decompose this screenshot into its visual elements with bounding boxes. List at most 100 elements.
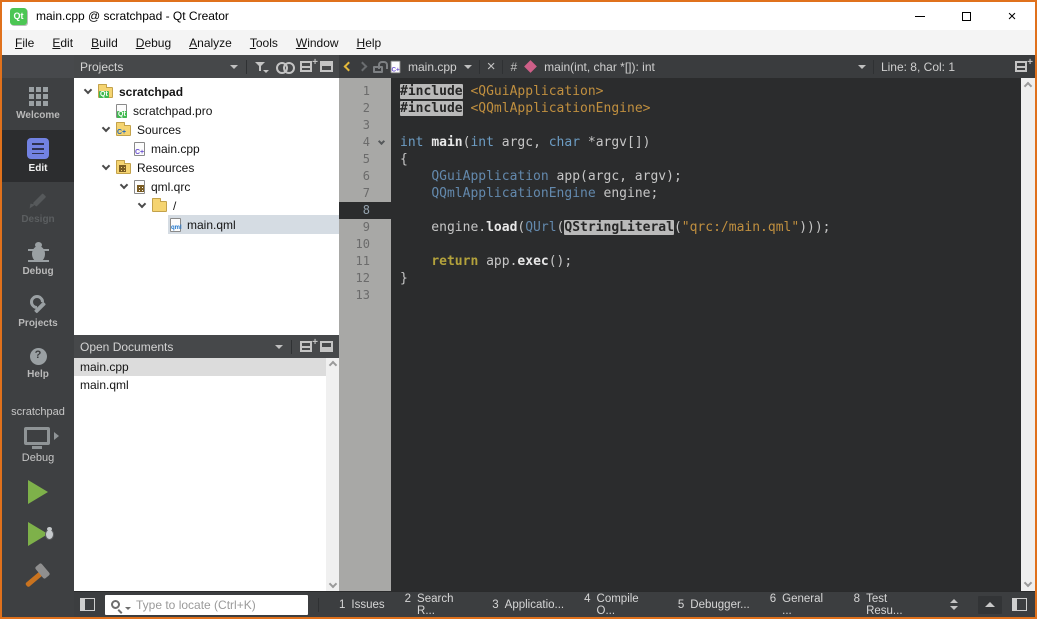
code-line[interactable]: 1#include <QGuiApplication> — [339, 83, 1021, 100]
output-pane-general[interactable]: 6General ... — [760, 593, 844, 617]
back-icon[interactable] — [344, 62, 354, 72]
run-button[interactable] — [28, 480, 48, 504]
tree-row[interactable]: qml.qrc — [74, 177, 339, 196]
output-pane-searchr[interactable]: 2Search R... — [395, 593, 483, 617]
open-file-name[interactable]: main.cpp — [408, 60, 457, 74]
line-number: 4 — [339, 134, 375, 151]
kit-selector[interactable]: scratchpad Debug — [2, 406, 74, 464]
pane-label: General ... — [782, 593, 834, 617]
close-document-icon[interactable]: × — [487, 60, 496, 74]
projects-dropdown-icon[interactable] — [230, 65, 238, 69]
mode-edit[interactable]: Edit — [2, 130, 74, 182]
mode-design[interactable]: Design — [2, 182, 74, 234]
tree-row[interactable]: Resources — [74, 158, 339, 177]
filter-icon[interactable] — [255, 60, 268, 73]
code-line[interactable]: 8 — [339, 202, 1021, 219]
expand-chevron-icon[interactable] — [98, 166, 114, 169]
menu-file[interactable]: File — [6, 32, 43, 54]
menu-bar: FileEditBuildDebugAnalyzeToolsWindowHelp — [2, 30, 1035, 55]
scroll-up-icon[interactable] — [328, 361, 336, 369]
editor-scrollbar[interactable] — [1021, 78, 1035, 591]
scroll-down-icon[interactable] — [328, 580, 336, 588]
output-pane-testresu[interactable]: 8Test Resu... — [844, 593, 935, 617]
tree-row[interactable]: Qtscratchpad — [74, 82, 339, 101]
open-document-item[interactable]: main.qml — [74, 376, 326, 394]
mode-debug[interactable]: Debug — [2, 234, 74, 286]
split-panel-icon[interactable] — [300, 61, 312, 72]
close-documents-icon[interactable] — [320, 341, 333, 352]
fold-column — [375, 219, 391, 236]
output-pane-compileo[interactable]: 4Compile O... — [574, 593, 668, 617]
menu-analyze[interactable]: Analyze — [180, 32, 241, 54]
code-line[interactable]: 10 — [339, 236, 1021, 253]
mode-help[interactable]: Help — [2, 338, 74, 390]
menu-window[interactable]: Window — [287, 32, 348, 54]
close-panel-icon[interactable] — [320, 61, 333, 72]
code-line[interactable]: 9 engine.load(QUrl(QStringLiteral("qrc:/… — [339, 219, 1021, 236]
output-pane-applicatio[interactable]: 3Applicatio... — [482, 599, 574, 611]
toggle-left-sidebar-icon[interactable] — [80, 598, 95, 611]
code-line[interactable]: 3 — [339, 117, 1021, 134]
code-line[interactable]: 6 QGuiApplication app(argc, argv); — [339, 168, 1021, 185]
file-dropdown-icon[interactable] — [464, 65, 472, 69]
sync-link-icon[interactable] — [276, 62, 292, 71]
window-title: main.cpp @ scratchpad - Qt Creator — [36, 9, 229, 23]
tree-row[interactable]: C+main.cpp — [74, 139, 339, 158]
code-line[interactable]: 4int main(int argc, char *argv[]) — [339, 134, 1021, 151]
split-editor-icon[interactable] — [1015, 61, 1027, 72]
close-button[interactable]: × — [989, 2, 1035, 30]
expand-chevron-icon[interactable] — [134, 204, 150, 207]
code-line[interactable]: 11 return app.exec(); — [339, 253, 1021, 270]
tree-row[interactable]: / — [74, 196, 339, 215]
projects-panel-title: Projects — [80, 60, 222, 74]
main-area: Welcome Edit Design Debug Projects Help — [2, 55, 1035, 617]
current-symbol[interactable]: main(int, char *[]): int — [544, 60, 851, 74]
mode-welcome[interactable]: Welcome — [2, 78, 74, 130]
tree-item-label: / — [173, 199, 176, 213]
output-pane-debugger[interactable]: 5Debugger... — [668, 599, 760, 611]
line-number: 8 — [339, 202, 375, 219]
maximize-button[interactable] — [943, 2, 989, 30]
mode-projects[interactable]: Projects — [2, 286, 74, 338]
menu-build[interactable]: Build — [82, 32, 127, 54]
code-line[interactable]: 2#include <QQmlApplicationEngine> — [339, 100, 1021, 117]
line-number: 2 — [339, 100, 375, 117]
fold-marker-icon[interactable] — [375, 134, 391, 151]
expand-chevron-icon[interactable] — [80, 90, 96, 93]
symbol-dropdown-icon[interactable] — [858, 65, 866, 69]
build-button[interactable] — [23, 564, 53, 594]
open-documents-title: Open Documents — [80, 340, 267, 354]
code-line[interactable]: 5{ — [339, 151, 1021, 168]
open-document-item[interactable]: main.cpp — [74, 358, 326, 376]
fold-column — [375, 253, 391, 270]
pane-nav-updown-icon[interactable] — [950, 599, 958, 610]
split-documents-icon[interactable] — [300, 341, 312, 352]
maximize-output-pane-button[interactable] — [978, 596, 1002, 614]
documents-scrollbar[interactable] — [326, 358, 339, 591]
debug-run-button[interactable] — [28, 522, 48, 546]
code-line[interactable]: 13 — [339, 287, 1021, 304]
code-line[interactable]: 12} — [339, 270, 1021, 287]
code-editor[interactable]: 1#include <QGuiApplication>2#include <QQ… — [339, 78, 1021, 591]
minimize-button[interactable] — [897, 2, 943, 30]
tree-row[interactable]: Qtscratchpad.pro — [74, 101, 339, 120]
scroll-down-icon[interactable] — [1024, 579, 1032, 587]
menu-debug[interactable]: Debug — [127, 32, 180, 54]
code-line[interactable]: 7 QQmlApplicationEngine engine; — [339, 185, 1021, 202]
mode-sidebar: Welcome Edit Design Debug Projects Help — [2, 55, 74, 617]
menu-tools[interactable]: Tools — [241, 32, 287, 54]
open-documents-dropdown-icon[interactable] — [275, 345, 283, 349]
tree-row[interactable]: C+Sources — [74, 120, 339, 139]
fold-column — [375, 117, 391, 134]
scroll-up-icon[interactable] — [1024, 82, 1032, 90]
menu-help[interactable]: Help — [348, 32, 391, 54]
locator[interactable] — [105, 595, 308, 615]
toggle-right-sidebar-icon[interactable] — [1012, 598, 1027, 611]
expand-chevron-icon[interactable] — [98, 128, 114, 131]
locator-input[interactable] — [136, 598, 302, 612]
expand-chevron-icon[interactable] — [116, 185, 132, 188]
output-pane-issues[interactable]: 1Issues — [329, 599, 395, 611]
tree-row[interactable]: qmlmain.qml — [74, 215, 339, 234]
menu-edit[interactable]: Edit — [43, 32, 82, 54]
forward-icon[interactable] — [358, 62, 368, 72]
